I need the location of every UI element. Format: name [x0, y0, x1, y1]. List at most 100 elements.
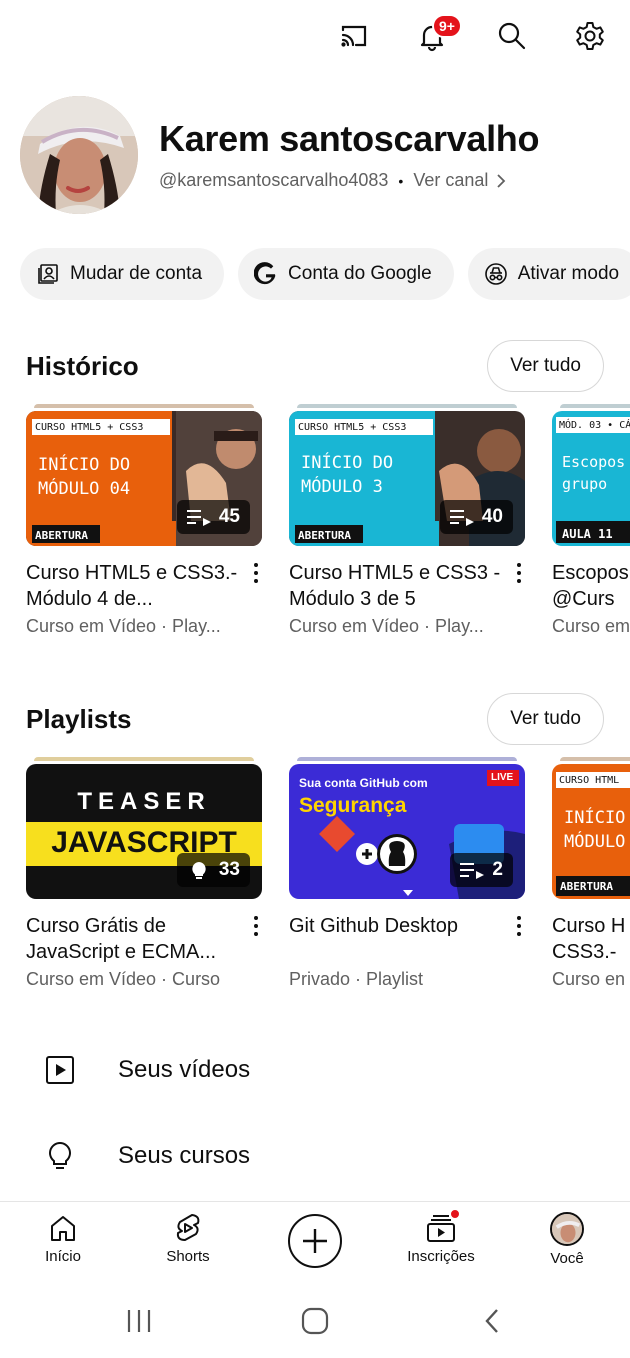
your-courses-item[interactable]: Seus cursos — [0, 1116, 630, 1196]
nav-home-label: Início — [45, 1248, 81, 1265]
cast-icon[interactable] — [334, 16, 374, 56]
history-title: Histórico — [26, 350, 139, 381]
your-courses-label: Seus cursos — [118, 1142, 251, 1169]
thumb-heading-1: INÍCIO DO — [38, 455, 131, 475]
nav-home[interactable]: Início — [8, 1212, 118, 1265]
playlist-card[interactable]: Sua conta GitHub com Segurança LIVE 2 Gi… — [289, 757, 525, 990]
card-title[interactable]: Curso Grátis de JavaScript e ECMA... — [26, 913, 246, 965]
card-title[interactable]: Curso H CSS3.- M — [552, 913, 630, 965]
google-icon — [254, 262, 276, 285]
video-count-badge: 33 — [176, 853, 250, 887]
live-badge: LIVE — [491, 772, 514, 783]
account-chips: Mudar de conta Conta do Google Ativar mo… — [20, 248, 630, 300]
playlists-row: TEASER JAVASCRIPT 33 Curso Grátis de Jav… — [26, 757, 630, 1007]
card-subtitle: Curso em Vídeo · Play... — [26, 616, 221, 636]
card-subtitle: Curso em — [552, 616, 630, 636]
view-channel-label: Ver canal — [413, 170, 489, 190]
incognito-icon — [484, 263, 507, 285]
playlist-card[interactable]: CURSO HTML INÍCIO MÓDULO ABERTURA Curso … — [552, 757, 630, 990]
playlist-thumbnail[interactable]: CURSO HTML5 + CSS3 INÍCIO DO MÓDULO 3 AB… — [289, 404, 525, 546]
card-title[interactable]: Curso HTML5 e CSS3 - Módulo 3 de 5 — [289, 560, 509, 612]
thumb-heading-2: MÓDULO — [564, 832, 626, 852]
thumb-footer: ABERTURA — [298, 529, 351, 542]
more-options-icon[interactable] — [513, 560, 525, 586]
your-videos-label: Seus vídeos — [118, 1056, 251, 1083]
profile-name: Karem santoscarvalho — [159, 118, 540, 159]
card-subtitle: Curso en — [552, 969, 626, 989]
recents-icon[interactable] — [119, 1303, 159, 1339]
lightbulb-icon — [192, 862, 206, 879]
your-videos-item[interactable]: Seus vídeos — [0, 1030, 630, 1110]
thumb-heading-2: Segurança — [299, 794, 407, 817]
thumb-heading-1: INÍCIO DO — [301, 453, 394, 473]
thumb-tag: CURSO HTML5 + CSS3 — [298, 422, 407, 433]
bottom-navigation: Início Shorts Inscrições Você — [0, 1201, 630, 1283]
playlist-thumbnail[interactable]: TEASER JAVASCRIPT 33 — [26, 757, 262, 899]
switch-account-icon — [38, 264, 58, 284]
nav-shorts-label: Shorts — [166, 1248, 210, 1265]
nav-you[interactable]: Você — [512, 1212, 622, 1267]
incognito-label: Ativar modo — [517, 263, 620, 284]
playlist-thumbnail[interactable]: CURSO HTML INÍCIO MÓDULO ABERTURA — [552, 757, 630, 899]
video-count: 40 — [481, 506, 503, 527]
profile-header: Karem santoscarvalho @karemsantoscarvalh… — [20, 96, 630, 216]
plus-icon — [303, 1229, 327, 1253]
playlist-thumbnail[interactable]: CURSO HTML5 + CSS3 INÍCIO DO MÓDULO 04 A… — [26, 404, 262, 546]
playlist-icon — [449, 510, 474, 526]
playlist-thumbnail[interactable]: MÓD. 03 • CÁ Escopos grupo AULA 11 — [552, 404, 630, 546]
card-subtitle: Curso em Vídeo · Play... — [289, 616, 484, 636]
playlist-icon — [460, 863, 485, 879]
thumb-heading-2: grupo — [562, 475, 608, 493]
history-row: CURSO HTML5 + CSS3 INÍCIO DO MÓDULO 04 A… — [26, 404, 630, 654]
more-options-icon[interactable] — [513, 913, 525, 939]
google-account-button[interactable]: Conta do Google — [238, 248, 454, 300]
chevron-right-icon — [497, 173, 506, 188]
more-options-icon[interactable] — [250, 913, 262, 939]
notification-badge: 9+ — [432, 14, 462, 38]
search-icon[interactable] — [492, 16, 532, 56]
nav-you-label: Você — [550, 1250, 584, 1267]
playlists-see-all-button[interactable]: Ver tudo — [487, 693, 604, 745]
thumb-tag: CURSO HTML — [559, 775, 620, 786]
view-channel-link[interactable]: Ver canal — [413, 170, 506, 191]
history-card[interactable]: CURSO HTML5 + CSS3 INÍCIO DO MÓDULO 04 A… — [26, 404, 262, 637]
switch-account-button[interactable]: Mudar de conta — [20, 248, 225, 300]
settings-icon[interactable] — [570, 16, 610, 56]
nav-subscriptions[interactable]: Inscrições — [386, 1208, 496, 1265]
thumb-footer: ABERTURA — [35, 529, 88, 542]
video-count: 45 — [218, 506, 240, 527]
playlist-icon — [186, 510, 211, 526]
new-content-dot — [449, 1208, 461, 1220]
playlists-header: Playlists Ver tudo — [26, 693, 604, 745]
thumb-heading-2: MÓDULO 3 — [301, 477, 383, 497]
more-options-icon[interactable] — [250, 560, 262, 586]
card-title[interactable]: Curso HTML5 e CSS3.- Módulo 4 de... — [26, 560, 246, 612]
history-card[interactable]: CURSO HTML5 + CSS3 INÍCIO DO MÓDULO 3 AB… — [289, 404, 525, 637]
thumb-heading-2: MÓDULO 04 — [38, 479, 131, 499]
back-icon[interactable] — [472, 1303, 512, 1339]
video-count: 33 — [218, 859, 240, 880]
google-account-label: Conta do Google — [288, 263, 432, 284]
profile-avatar[interactable] — [20, 96, 138, 214]
profile-handle: @karemsantoscarvalho4083 — [159, 170, 389, 190]
thumb-heading-1: Escopos — [562, 453, 626, 471]
create-button[interactable] — [288, 1214, 342, 1268]
video-count: 2 — [492, 859, 503, 880]
history-see-all-button[interactable]: Ver tudo — [487, 340, 604, 392]
playlist-card[interactable]: TEASER JAVASCRIPT 33 Curso Grátis de Jav… — [26, 757, 262, 990]
notifications-icon[interactable]: 9+ — [412, 14, 462, 56]
playlist-thumbnail[interactable]: Sua conta GitHub com Segurança LIVE 2 — [289, 757, 525, 899]
history-card[interactable]: MÓD. 03 • CÁ Escopos grupo AULA 11 Escop… — [552, 404, 630, 637]
home-button-icon[interactable] — [295, 1303, 335, 1339]
avatar — [550, 1212, 584, 1246]
nav-shorts[interactable]: Shorts — [133, 1212, 243, 1265]
video-count-badge: 45 — [176, 500, 250, 534]
switch-account-label: Mudar de conta — [70, 263, 203, 284]
card-title[interactable]: Git Github Desktop — [289, 913, 509, 965]
card-title[interactable]: Escopos - @Curs — [552, 560, 630, 612]
video-count-badge: 2 — [450, 853, 513, 887]
incognito-button[interactable]: Ativar modo — [467, 248, 630, 300]
separator-dot: • — [398, 172, 404, 189]
card-subtitle: Privado · Playlist — [289, 969, 424, 989]
thumb-heading-1: TEASER — [77, 788, 211, 815]
